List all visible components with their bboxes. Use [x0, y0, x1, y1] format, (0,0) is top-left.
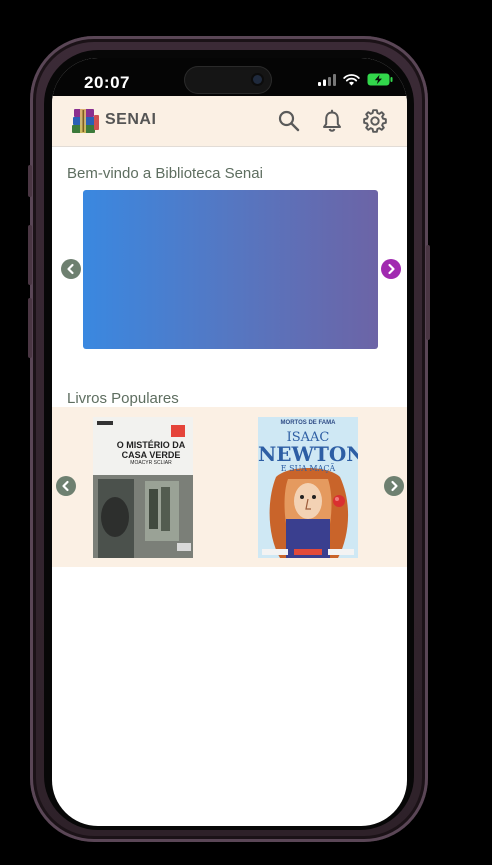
book-cover-art [93, 417, 193, 558]
gear-icon [363, 109, 387, 133]
volume-down-button [28, 298, 32, 358]
carousel-prev-button[interactable] [61, 259, 81, 279]
app-bar: SENAI [52, 96, 407, 147]
status-icons [318, 73, 393, 86]
battery-charging-icon [367, 73, 393, 86]
notifications-button[interactable] [318, 107, 346, 135]
carousel-next-button[interactable] [381, 259, 401, 279]
power-button [426, 245, 430, 340]
action-button [28, 165, 32, 197]
popular-books-title: Livros Populares [67, 390, 179, 407]
book-cover-title-second: NEWTON [258, 442, 358, 466]
book-series-label: MORTOS DE FAMA [280, 420, 336, 426]
book-cover-author: MOACYR SCLIAR [130, 460, 172, 466]
welcome-banner-slide[interactable] [83, 190, 378, 349]
wifi-icon [343, 73, 360, 85]
status-time: 20:07 [84, 73, 130, 92]
search-icon [278, 110, 300, 132]
chevron-right-icon [391, 480, 398, 492]
books-next-button[interactable] [384, 476, 404, 496]
volume-up-button [28, 225, 32, 285]
dynamic-island [184, 66, 272, 94]
book-cover-misterio-casa-verde[interactable]: O MISTÉRIO DA CASA VERDE MOACYR SCLIAR [93, 417, 193, 558]
welcome-title: Bem-vindo a Biblioteca Senai [67, 165, 263, 182]
books-prev-button[interactable] [56, 476, 76, 496]
status-bar: 20:07 [52, 58, 407, 96]
library-books-logo-icon [72, 109, 99, 133]
book-cover-title: O MISTÉRIO DA CASA VERDE [116, 440, 186, 460]
settings-button[interactable] [361, 107, 389, 135]
app-brand-title: SENAI [105, 111, 157, 128]
book-cover-isaac-newton[interactable]: MORTOS DE FAMA ISAAC NEWTON E SUA MAÇÃ [258, 417, 358, 558]
search-button[interactable] [275, 107, 303, 135]
chevron-right-icon [388, 263, 395, 275]
signal-icon [318, 73, 336, 86]
book-cover-subtitle: E SUA MAÇÃ [280, 464, 336, 473]
screen: 20:07 SENAI Bem-vindo a Biblioteca Senai… [52, 58, 407, 826]
bell-icon [323, 109, 341, 132]
camera-icon [253, 75, 262, 84]
chevron-left-icon [62, 480, 69, 492]
chevron-left-icon [67, 263, 74, 275]
